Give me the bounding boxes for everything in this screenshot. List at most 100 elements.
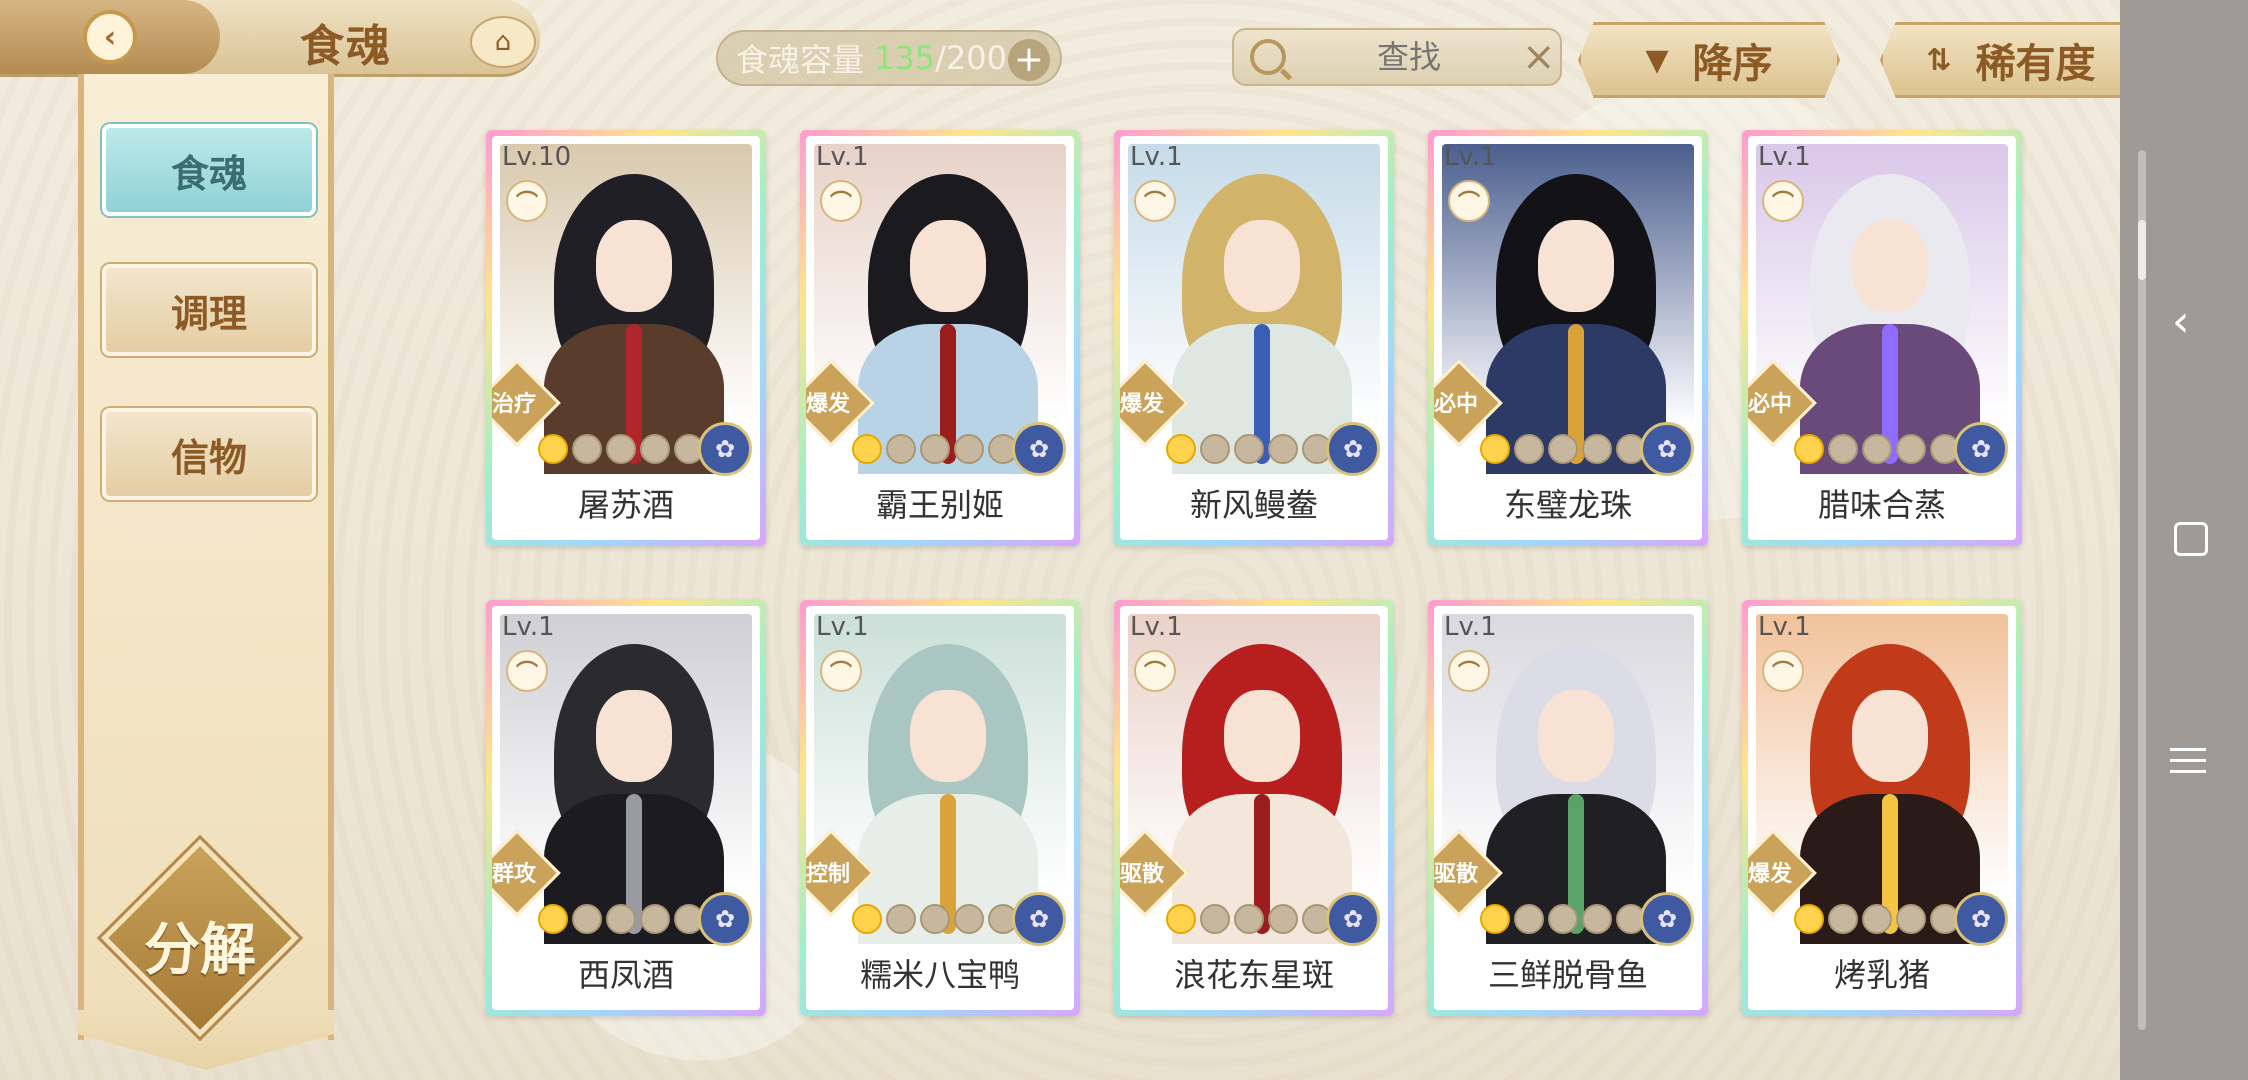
card-level: Lv.1 bbox=[502, 612, 555, 642]
star-icon bbox=[1548, 434, 1578, 464]
star-icon bbox=[572, 904, 602, 934]
search-box[interactable]: × bbox=[1232, 28, 1562, 86]
search-input[interactable] bbox=[1302, 37, 1516, 77]
sidebar-item-tokens[interactable]: 信物 bbox=[102, 408, 316, 500]
card-inner: Lv.10 ⌒ 治疗 ✿ 屠苏酒 bbox=[492, 136, 760, 540]
add-capacity-button[interactable]: + bbox=[1008, 39, 1050, 81]
card-inner: Lv.1 ⌒ 爆发 ✿ 霸王别姬 bbox=[806, 136, 1074, 540]
card-name: 屠苏酒 bbox=[577, 486, 674, 524]
food-soul-card[interactable]: Lv.1 ⌒ 控制 ✿ 糯米八宝鸭 bbox=[800, 600, 1080, 1016]
star-icon bbox=[852, 434, 882, 464]
star-icon bbox=[1480, 434, 1510, 464]
sort-rarity-label: 稀有度 bbox=[1975, 41, 2096, 87]
star-icon bbox=[1268, 904, 1298, 934]
star-icon bbox=[640, 904, 670, 934]
character-figure bbox=[1800, 644, 1980, 944]
food-soul-card[interactable]: Lv.1 ⌒ 必中 ✿ 东璧龙珠 bbox=[1428, 130, 1708, 546]
card-level: Lv.1 bbox=[1130, 142, 1183, 172]
home-square-icon[interactable] bbox=[2174, 522, 2208, 556]
food-soul-card[interactable]: Lv.1 ⌒ 爆发 ✿ 烤乳猪 bbox=[1742, 600, 2022, 1016]
element-icon: ⌒ bbox=[820, 180, 862, 222]
role-label: 群攻 bbox=[492, 862, 536, 887]
back-arrow-icon: ‹ bbox=[83, 10, 137, 64]
food-soul-card[interactable]: Lv.10 ⌒ 治疗 ✿ 屠苏酒 bbox=[486, 130, 766, 546]
descending-triangle-icon: ▼ bbox=[1645, 42, 1669, 78]
star-icon bbox=[572, 434, 602, 464]
role-label: 必中 bbox=[1434, 392, 1478, 417]
card-inner: Lv.1 ⌒ 必中 ✿ 东璧龙珠 bbox=[1434, 136, 1702, 540]
element-icon: ⌒ bbox=[1762, 650, 1804, 692]
star-icon bbox=[606, 904, 636, 934]
sort-order-label: 降序 bbox=[1692, 41, 1773, 87]
star-icon bbox=[538, 904, 568, 934]
rarity-flower-icon: ✿ bbox=[1326, 892, 1380, 946]
star-rating bbox=[1166, 434, 1332, 464]
star-rating bbox=[852, 434, 1018, 464]
star-icon bbox=[640, 434, 670, 464]
sort-order-button[interactable]: ▼ 降序 bbox=[1578, 22, 1840, 98]
star-icon bbox=[1166, 434, 1196, 464]
page-title: 食魂 bbox=[300, 21, 392, 72]
capacity-total: /200 bbox=[935, 39, 1007, 77]
food-soul-card[interactable]: Lv.1 ⌒ 群攻 ✿ 西凤酒 bbox=[486, 600, 766, 1016]
rarity-flower-icon: ✿ bbox=[1012, 892, 1066, 946]
star-icon bbox=[1828, 904, 1858, 934]
character-figure bbox=[1486, 644, 1666, 944]
clear-search-icon[interactable]: × bbox=[1522, 37, 1556, 77]
decompose-label: 分解 bbox=[144, 918, 256, 983]
food-soul-card[interactable]: Lv.1 ⌒ 驱散 ✿ 浪花东星斑 bbox=[1114, 600, 1394, 1016]
sidebar-item-food-souls[interactable]: 食魂 bbox=[102, 124, 316, 216]
star-icon bbox=[1828, 434, 1858, 464]
star-icon bbox=[1514, 904, 1544, 934]
food-soul-card[interactable]: Lv.1 ⌒ 驱散 ✿ 三鲜脱骨鱼 bbox=[1428, 600, 1708, 1016]
role-label: 必中 bbox=[1748, 392, 1792, 417]
star-icon bbox=[1862, 904, 1892, 934]
card-name: 西凤酒 bbox=[577, 956, 674, 994]
card-inner: Lv.1 ⌒ 必中 ✿ 腊味合蒸 bbox=[1748, 136, 2016, 540]
rarity-flower-icon: ✿ bbox=[698, 892, 752, 946]
card-inner: Lv.1 ⌒ 爆发 ✿ 烤乳猪 bbox=[1748, 606, 2016, 1010]
star-rating bbox=[852, 904, 1018, 934]
capacity-label: 食魂容量 bbox=[736, 41, 865, 79]
star-rating bbox=[538, 904, 704, 934]
food-soul-card[interactable]: Lv.1 ⌒ 爆发 ✿ 霸王别姬 bbox=[800, 130, 1080, 546]
character-figure bbox=[1800, 174, 1980, 474]
star-icon bbox=[920, 434, 950, 464]
character-figure bbox=[858, 644, 1038, 944]
star-icon bbox=[1896, 434, 1926, 464]
sidebar-item-conditioning[interactable]: 调理 bbox=[102, 264, 316, 356]
card-name: 三鲜脱骨鱼 bbox=[1487, 956, 1648, 994]
star-icon bbox=[954, 434, 984, 464]
menu-icon[interactable] bbox=[2170, 740, 2206, 781]
scrollbar[interactable] bbox=[2138, 150, 2146, 1030]
card-inner: Lv.1 ⌒ 爆发 ✿ 新风鳗鲞 bbox=[1120, 136, 1388, 540]
food-soul-card[interactable]: Lv.1 ⌒ 必中 ✿ 腊味合蒸 bbox=[1742, 130, 2022, 546]
element-icon: ⌒ bbox=[820, 650, 862, 692]
star-icon bbox=[1548, 904, 1578, 934]
food-soul-card[interactable]: Lv.1 ⌒ 爆发 ✿ 新风鳗鲞 bbox=[1114, 130, 1394, 546]
back-icon[interactable]: ‹ bbox=[2172, 296, 2190, 347]
card-level: Lv.1 bbox=[1758, 612, 1811, 642]
card-level: Lv.10 bbox=[502, 142, 572, 172]
star-rating bbox=[538, 434, 704, 464]
star-icon bbox=[1582, 434, 1612, 464]
star-icon bbox=[886, 434, 916, 464]
star-icon bbox=[954, 904, 984, 934]
character-figure bbox=[544, 644, 724, 944]
home-icon[interactable]: ⌂ bbox=[470, 16, 536, 68]
back-button[interactable]: ‹ bbox=[0, 0, 220, 74]
card-inner: Lv.1 ⌒ 驱散 ✿ 三鲜脱骨鱼 bbox=[1434, 606, 1702, 1010]
character-figure bbox=[1172, 174, 1352, 474]
star-icon bbox=[1166, 904, 1196, 934]
character-figure bbox=[1172, 644, 1352, 944]
star-icon bbox=[1896, 904, 1926, 934]
role-label: 驱散 bbox=[1434, 862, 1478, 887]
star-icon bbox=[920, 904, 950, 934]
card-level: Lv.1 bbox=[1444, 612, 1497, 642]
sort-rarity-button[interactable]: ⇅ 稀有度 bbox=[1880, 22, 2142, 98]
card-inner: Lv.1 ⌒ 控制 ✿ 糯米八宝鸭 bbox=[806, 606, 1074, 1010]
sidebar-item-label: 食魂 bbox=[170, 151, 247, 196]
star-icon bbox=[1794, 434, 1824, 464]
sort-arrows-icon: ⇅ bbox=[1926, 42, 1952, 78]
card-level: Lv.1 bbox=[1758, 142, 1811, 172]
